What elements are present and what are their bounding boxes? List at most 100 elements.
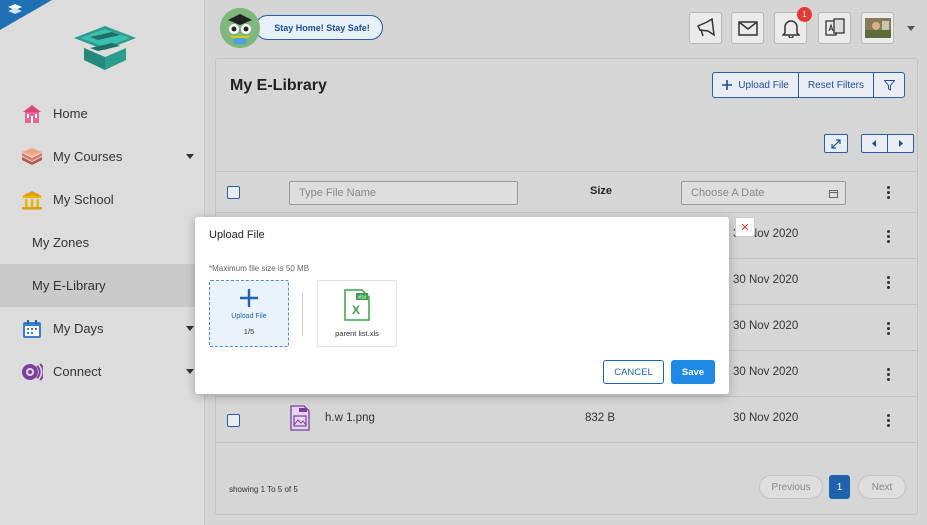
filter-button[interactable] bbox=[874, 73, 904, 97]
profile-button[interactable] bbox=[861, 12, 894, 44]
chevron-down-icon[interactable] bbox=[186, 154, 194, 159]
sidebar-item-my-courses[interactable]: My Courses bbox=[0, 135, 205, 178]
expand-icon bbox=[831, 138, 841, 149]
chevron-down-icon[interactable] bbox=[907, 26, 915, 31]
sidebar-item-label: My School bbox=[53, 192, 114, 207]
row-checkbox[interactable] bbox=[227, 414, 240, 427]
app-logo[interactable] bbox=[68, 24, 142, 77]
chevron-left-icon[interactable] bbox=[862, 135, 888, 152]
sidebar-item-label: My Zones bbox=[32, 235, 90, 250]
upload-file-button[interactable]: Upload File bbox=[713, 73, 799, 97]
size-column-header: Size bbox=[590, 185, 613, 197]
uploaded-file-tile[interactable]: xlsx X parent list.xls bbox=[317, 280, 397, 347]
file-size: 832 B bbox=[585, 412, 616, 424]
connect-icon bbox=[20, 360, 44, 384]
kebab-menu-icon[interactable] bbox=[886, 322, 890, 337]
sidebar-item-my-zones[interactable]: My Zones bbox=[0, 221, 205, 264]
cancel-button[interactable]: CANCEL bbox=[603, 360, 664, 384]
upload-file-modal: Upload File *Maximum file size is 50 MB … bbox=[195, 217, 729, 394]
sidebar-item-label: My E-Library bbox=[32, 278, 106, 293]
svg-text:xlsx: xlsx bbox=[358, 295, 367, 301]
home-icon bbox=[20, 102, 44, 126]
translate-icon bbox=[824, 18, 845, 36]
filter-icon bbox=[883, 79, 895, 91]
sidebar-item-label: Connect bbox=[53, 364, 102, 379]
messages-button[interactable] bbox=[731, 12, 764, 44]
save-button[interactable]: Save bbox=[671, 360, 715, 384]
slogan-pill: Stay Home! Stay Safe! bbox=[255, 15, 383, 40]
date-placeholder: Choose A Date bbox=[691, 187, 765, 199]
reset-filters-label: Reset Filters bbox=[807, 79, 864, 91]
announcements-button[interactable] bbox=[689, 12, 722, 44]
school-icon bbox=[20, 188, 44, 212]
kebab-menu-icon[interactable] bbox=[886, 186, 890, 201]
file-name[interactable]: h.w 1.png bbox=[325, 412, 375, 424]
upload-count: 1/5 bbox=[243, 327, 255, 336]
upload-zone-label: Upload File bbox=[231, 313, 267, 320]
scroll-pager bbox=[861, 134, 914, 153]
chevron-right-icon[interactable] bbox=[888, 135, 914, 152]
pagination-summary: showing 1 To 5 of 5 bbox=[229, 485, 298, 494]
brand-corner-badge bbox=[0, 0, 52, 30]
excel-file-icon: xlsx X bbox=[318, 289, 396, 326]
expand-button[interactable] bbox=[824, 134, 848, 153]
sidebar-nav: Home My Courses My School My Zones My E-… bbox=[0, 92, 205, 393]
file-date: 30 Nov 2020 bbox=[733, 274, 799, 286]
close-icon[interactable]: ✕ bbox=[735, 217, 755, 237]
chevron-down-icon[interactable] bbox=[186, 326, 194, 331]
kebab-menu-icon[interactable] bbox=[886, 276, 890, 291]
books-icon bbox=[20, 145, 44, 169]
kebab-menu-icon[interactable] bbox=[886, 414, 890, 429]
image-file-icon bbox=[290, 405, 310, 436]
sidebar-item-label: My Days bbox=[53, 321, 104, 336]
kebab-menu-icon[interactable] bbox=[886, 368, 890, 383]
svg-text:X: X bbox=[352, 303, 360, 317]
chevron-down-icon[interactable] bbox=[186, 369, 194, 374]
sidebar-item-my-e-library[interactable]: My E-Library bbox=[0, 264, 205, 307]
profile-avatar bbox=[864, 18, 891, 38]
table-row: h.w 1.png 832 B 30 Nov 2020 bbox=[216, 397, 917, 443]
notifications-button[interactable]: 1 bbox=[774, 7, 812, 44]
previous-page-button[interactable]: Previous bbox=[759, 475, 823, 499]
notification-count-badge: 1 bbox=[797, 7, 812, 22]
mascot-avatar[interactable] bbox=[220, 8, 260, 48]
calendar-icon bbox=[20, 317, 44, 341]
next-label: Next bbox=[871, 481, 893, 493]
modal-title: Upload File bbox=[209, 229, 265, 241]
toolbar-button-group: Upload File Reset Filters bbox=[712, 72, 905, 98]
file-date: 30 Nov 2020 bbox=[733, 320, 799, 332]
plus-icon bbox=[722, 80, 733, 90]
sidebar: Home My Courses My School My Zones My E-… bbox=[0, 0, 205, 525]
sidebar-item-my-days[interactable]: My Days bbox=[0, 307, 205, 350]
mail-icon bbox=[737, 20, 758, 36]
page-number-button[interactable]: 1 bbox=[829, 475, 850, 499]
max-size-note: *Maximum file size is 50 MB bbox=[209, 264, 310, 273]
kebab-menu-icon[interactable] bbox=[886, 230, 890, 245]
date-filter-input[interactable]: Choose A Date bbox=[681, 181, 846, 205]
select-all-checkbox[interactable] bbox=[227, 186, 240, 199]
sidebar-item-connect[interactable]: Connect bbox=[0, 350, 205, 393]
upload-drop-zone[interactable]: Upload File 1/5 bbox=[209, 280, 289, 347]
previous-label: Previous bbox=[771, 481, 811, 493]
sidebar-item-home[interactable]: Home bbox=[0, 92, 205, 135]
language-button[interactable] bbox=[818, 12, 851, 44]
file-name-placeholder: Type File Name bbox=[299, 187, 377, 199]
top-bar: Stay Home! Stay Safe! 1 bbox=[205, 0, 927, 56]
file-date: 30 Nov 2020 bbox=[733, 366, 799, 378]
reset-filters-button[interactable]: Reset Filters bbox=[799, 73, 874, 97]
plus-icon bbox=[210, 289, 288, 312]
bell-icon bbox=[781, 20, 800, 38]
next-page-button[interactable]: Next bbox=[858, 475, 906, 499]
file-name-filter-input[interactable]: Type File Name bbox=[289, 181, 518, 205]
table-header: Type File Name Size Choose A Date bbox=[216, 171, 917, 213]
file-date: 30 Nov 2020 bbox=[733, 412, 799, 424]
megaphone-icon bbox=[696, 18, 715, 37]
sidebar-item-label: My Courses bbox=[53, 149, 123, 164]
calendar-icon bbox=[829, 190, 838, 198]
slogan-text: Stay Home! Stay Safe! bbox=[274, 22, 370, 33]
sidebar-item-label: Home bbox=[53, 106, 88, 121]
upload-file-label: Upload File bbox=[738, 79, 789, 91]
uploaded-file-name: parent list.xls bbox=[335, 329, 379, 338]
sidebar-item-my-school[interactable]: My School bbox=[0, 178, 205, 221]
divider bbox=[302, 293, 303, 336]
